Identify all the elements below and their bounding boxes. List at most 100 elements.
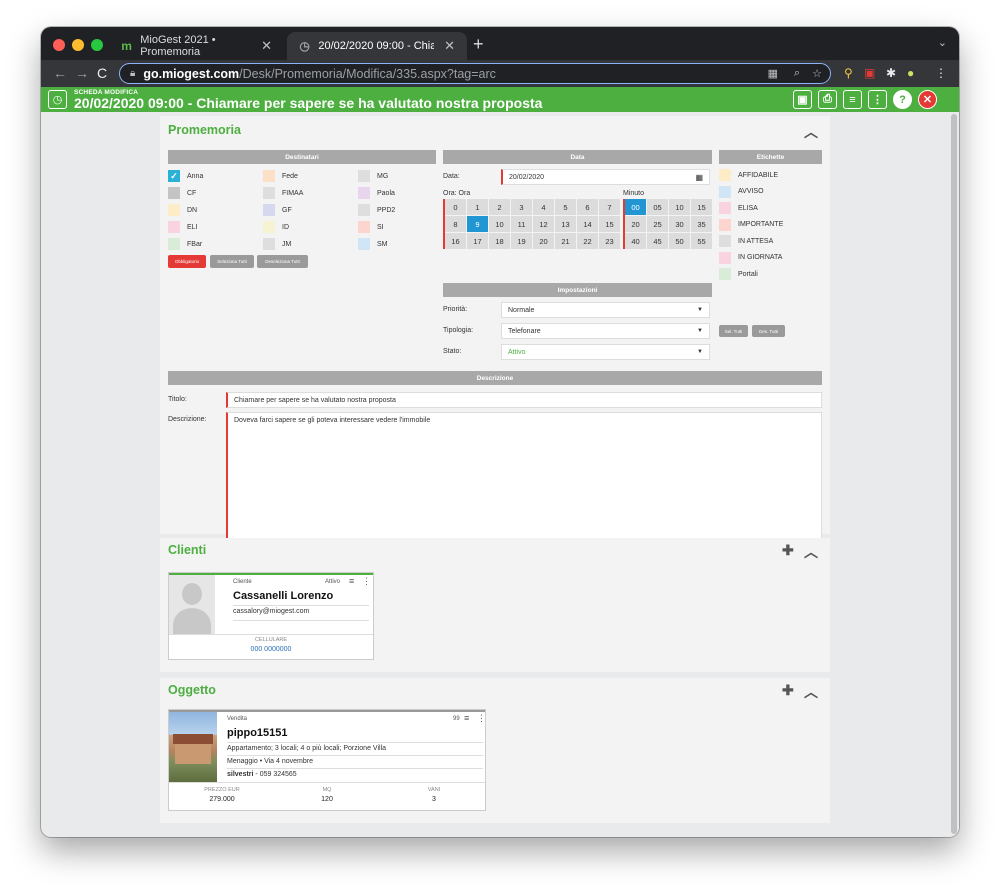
priorita-select[interactable]: Normale ▼ — [501, 302, 710, 318]
etichetta-checkbox[interactable]: IMPORTANTE — [719, 218, 783, 231]
hour-option[interactable]: 1 — [467, 199, 488, 215]
etichetta-checkbox[interactable]: IN ATTESA — [719, 235, 773, 247]
destinatario-checkbox[interactable]: ✓ Anna — [168, 170, 203, 182]
hour-option[interactable]: 5 — [555, 199, 576, 215]
hour-option[interactable]: 22 — [577, 233, 598, 249]
client-card[interactable]: Cliente Attivo ≡ ⋮ Cassanelli Lorenzo ca… — [168, 572, 374, 660]
property-card[interactable]: Vendita 99 ≡ ⋮ pippo15151 Appartamento; … — [168, 709, 486, 811]
minute-option[interactable]: 05 — [647, 199, 668, 215]
collapse-icon[interactable]: ︿ — [804, 542, 818, 562]
select-all-tags-button[interactable]: Sel. Tutti — [719, 325, 748, 337]
menu-icon[interactable]: ≡ — [349, 576, 354, 586]
minute-option[interactable]: 10 — [669, 199, 690, 215]
destinatario-checkbox[interactable]: FBar — [168, 238, 202, 250]
date-input[interactable]: 20/02/2020 ▦ — [501, 169, 710, 185]
tab-miogest[interactable]: m MioGest 2021 • Promemoria ✕ — [109, 32, 284, 60]
hour-option[interactable]: 13 — [555, 216, 576, 232]
help-button[interactable]: ? — [893, 90, 912, 109]
property-code[interactable]: pippo15151 — [227, 727, 288, 739]
destinatario-checkbox[interactable]: MG — [358, 170, 388, 182]
maximize-window-button[interactable] — [91, 39, 103, 51]
destinatario-checkbox[interactable]: PPD2 — [358, 204, 395, 216]
etichetta-checkbox[interactable]: IN GIORNATA — [719, 251, 782, 264]
print-button[interactable]: ⎙ — [818, 90, 837, 109]
minute-option[interactable]: 25 — [647, 216, 668, 232]
minute-option[interactable]: 50 — [669, 233, 690, 249]
destinatario-checkbox[interactable]: SM — [358, 238, 388, 250]
hour-option[interactable]: 16 — [445, 233, 466, 249]
deselect-all-button[interactable]: Deseleziona Tutti — [257, 255, 308, 268]
tipologia-select[interactable]: Telefonare ▼ — [501, 323, 710, 339]
zoom-icon[interactable]: ⌕ — [794, 67, 800, 80]
scrollbar[interactable] — [949, 112, 959, 837]
more-icon[interactable]: ⋮ — [362, 576, 371, 587]
etichetta-checkbox[interactable]: AFFIDABILE — [719, 169, 778, 181]
hour-option[interactable]: 18 — [489, 233, 510, 249]
hour-option[interactable]: 21 — [555, 233, 576, 249]
client-email[interactable]: cassalory@miogest.com — [233, 608, 309, 615]
back-icon[interactable]: ← — [53, 65, 67, 81]
tab-promemoria[interactable]: ◷ 20/02/2020 09:00 - Chiamare ✕ — [287, 32, 467, 60]
minute-option[interactable]: 15 — [691, 199, 712, 215]
add-icon[interactable]: ✚ — [782, 542, 794, 559]
url-input[interactable]: 🔒︎ go.miogest.com /Desk/Promemoria/Modif… — [119, 63, 831, 84]
minimize-window-button[interactable] — [72, 39, 84, 51]
close-window-button[interactable] — [53, 39, 65, 51]
menu-button[interactable]: ≡ — [843, 90, 862, 109]
etichetta-checkbox[interactable]: ELISA — [719, 202, 758, 214]
hour-option[interactable]: 9 — [467, 216, 488, 232]
hour-option[interactable]: 19 — [511, 233, 532, 249]
new-tab-icon[interactable]: + — [473, 34, 484, 55]
titolo-input[interactable]: Chiamare per sapere se ha valutato nostr… — [226, 392, 822, 408]
descrizione-textarea[interactable]: Doveva farci sapere se gli poteva intere… — [226, 412, 822, 552]
minute-option[interactable]: 40 — [625, 233, 646, 249]
minute-option[interactable]: 20 — [625, 216, 646, 232]
etichetta-checkbox[interactable]: Portali — [719, 268, 758, 280]
more-button[interactable]: ⋮ — [868, 90, 887, 109]
hour-option[interactable]: 0 — [445, 199, 466, 215]
hour-option[interactable]: 14 — [577, 216, 598, 232]
collapse-icon[interactable]: ︿ — [804, 122, 818, 142]
select-all-button[interactable]: Seleziona Tutti — [210, 255, 254, 268]
collapse-icon[interactable]: ︿ — [804, 682, 818, 702]
close-tab-icon[interactable]: ✕ — [261, 38, 272, 54]
hour-option[interactable]: 11 — [511, 216, 532, 232]
extension-icon[interactable]: ▣ — [864, 66, 875, 80]
destinatario-checkbox[interactable]: Paola — [358, 187, 395, 199]
etichetta-checkbox[interactable]: AVVISO — [719, 185, 764, 198]
client-name[interactable]: Cassanelli Lorenzo — [233, 590, 333, 602]
minute-option[interactable]: 35 — [691, 216, 712, 232]
menu-icon[interactable]: ≡ — [464, 713, 469, 723]
destinatario-checkbox[interactable]: DN — [168, 204, 197, 216]
extension-icon[interactable]: ⚲ — [844, 66, 853, 80]
hour-option[interactable]: 6 — [577, 199, 598, 215]
hour-option[interactable]: 8 — [445, 216, 466, 232]
hour-option[interactable]: 4 — [533, 199, 554, 215]
hour-option[interactable]: 10 — [489, 216, 510, 232]
deselect-all-tags-button[interactable]: Des. Tutti — [752, 325, 785, 337]
star-icon[interactable]: ☆ — [812, 67, 822, 80]
reload-icon[interactable]: C — [97, 65, 107, 81]
scrollbar-thumb[interactable] — [951, 114, 957, 834]
destinatario-checkbox[interactable]: ELI — [168, 221, 198, 233]
destinatario-checkbox[interactable]: SI — [358, 221, 384, 233]
obbligatorio-button[interactable]: Obbligatorio — [168, 255, 206, 268]
hour-option[interactable]: 15 — [599, 216, 620, 232]
hour-option[interactable]: 12 — [533, 216, 554, 232]
qr-code-icon[interactable]: ▦ — [768, 67, 778, 80]
hour-option[interactable]: 7 — [599, 199, 620, 215]
hour-option[interactable]: 20 — [533, 233, 554, 249]
destinatario-checkbox[interactable]: GF — [263, 204, 292, 216]
minute-option[interactable]: 55 — [691, 233, 712, 249]
close-tab-icon[interactable]: ✕ — [444, 38, 455, 54]
destinatario-checkbox[interactable]: FIMAA — [263, 187, 303, 199]
profile-avatar[interactable]: ● — [907, 66, 914, 80]
more-icon[interactable]: ⋮ — [477, 713, 486, 724]
minute-option[interactable]: 30 — [669, 216, 690, 232]
forward-icon[interactable]: → — [75, 65, 89, 81]
hour-option[interactable]: 17 — [467, 233, 488, 249]
minute-option[interactable]: 00 — [625, 199, 646, 215]
destinatario-checkbox[interactable]: CF — [168, 187, 196, 199]
chevron-down-icon[interactable]: ⌄ — [938, 36, 947, 49]
phone-number[interactable]: 000 0000000 — [169, 646, 373, 653]
